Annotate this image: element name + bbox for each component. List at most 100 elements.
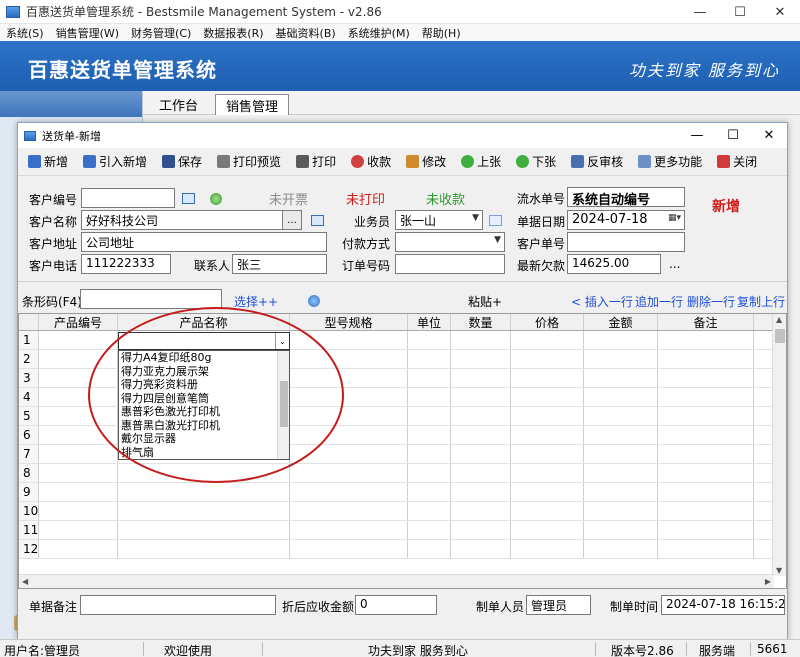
table-cell[interactable] [451, 350, 511, 368]
dropdown-option[interactable]: 排气扇 [119, 446, 289, 460]
table-cell[interactable] [408, 426, 451, 444]
table-cell[interactable] [408, 369, 451, 387]
menu-sales[interactable]: 销售管理(W) [50, 25, 125, 41]
table-cell[interactable] [658, 350, 754, 368]
table-cell[interactable] [658, 369, 754, 387]
table-cell[interactable] [408, 502, 451, 520]
barcode-input[interactable] [80, 289, 222, 309]
dropdown-option[interactable]: 得力亮彩资料册 [119, 378, 289, 392]
menu-system[interactable]: 系统(S) [0, 25, 50, 41]
table-cell[interactable] [39, 521, 118, 539]
chevron-down-icon[interactable]: ⌄ [275, 333, 289, 349]
close-icon[interactable]: ✕ [760, 0, 800, 24]
table-cell[interactable] [39, 407, 118, 425]
dropdown-option[interactable]: 得力亚克力展示架 [119, 365, 289, 379]
table-cell[interactable] [658, 407, 754, 425]
scroll-right-icon[interactable]: ▶ [765, 577, 771, 586]
table-row[interactable]: 12 [19, 540, 774, 559]
table-cell[interactable] [451, 331, 511, 349]
remark-input[interactable] [80, 595, 276, 615]
dropdown-scroll-thumb[interactable] [280, 381, 288, 427]
table-cell[interactable] [511, 426, 584, 444]
table-cell[interactable] [118, 464, 290, 482]
table-cell[interactable] [511, 407, 584, 425]
table-cell[interactable] [39, 502, 118, 520]
table-cell[interactable] [39, 464, 118, 482]
maximize-icon[interactable]: ☐ [720, 0, 760, 24]
dropdown-option[interactable]: 戴尔显示器 [119, 432, 289, 446]
customer-browse-button[interactable]: ... [282, 210, 302, 230]
receive-payment-button[interactable]: 收款 [351, 153, 391, 170]
scroll-up-icon[interactable]: ▲ [776, 315, 782, 324]
col-product-name[interactable]: 产品名称 [118, 314, 290, 330]
append-row-link[interactable]: 追加一行 [635, 293, 683, 310]
table-cell[interactable] [584, 331, 658, 349]
col-unit[interactable]: 单位 [408, 314, 451, 330]
table-cell[interactable] [39, 540, 118, 558]
table-cell[interactable] [451, 388, 511, 406]
table-cell[interactable] [290, 350, 408, 368]
table-cell[interactable] [511, 445, 584, 463]
table-cell[interactable] [658, 445, 754, 463]
table-cell[interactable] [408, 464, 451, 482]
close-button[interactable]: 关闭 [717, 153, 757, 170]
table-cell[interactable] [658, 521, 754, 539]
search-icon[interactable] [311, 215, 324, 226]
table-cell[interactable] [118, 483, 290, 501]
table-cell[interactable] [408, 350, 451, 368]
table-cell[interactable] [584, 445, 658, 463]
table-cell[interactable] [451, 464, 511, 482]
grid-vertical-scrollbar[interactable]: ▲ ▼ [772, 314, 786, 576]
table-cell[interactable] [39, 369, 118, 387]
menu-maintenance[interactable]: 系统维护(M) [342, 25, 416, 41]
unapprove-button[interactable]: 反审核 [571, 153, 623, 170]
col-quantity[interactable]: 数量 [451, 314, 511, 330]
table-cell[interactable] [39, 388, 118, 406]
table-cell[interactable] [290, 369, 408, 387]
table-row[interactable]: 8 [19, 464, 774, 483]
table-cell[interactable] [408, 445, 451, 463]
customer-name-input[interactable]: 好好科技公司 [81, 210, 283, 230]
table-cell[interactable] [39, 483, 118, 501]
table-cell[interactable] [511, 331, 584, 349]
dialog-minimize-icon[interactable]: — [679, 123, 715, 148]
table-cell[interactable] [658, 388, 754, 406]
date-picker[interactable]: 2024-07-18 ▦▾ [567, 210, 685, 230]
contact-input[interactable]: 张三 [232, 254, 327, 274]
table-cell[interactable] [584, 464, 658, 482]
tab-workbench[interactable]: 工作台 [149, 94, 208, 115]
dropdown-option[interactable]: 得力A4复印纸80g [119, 351, 289, 365]
minimize-icon[interactable]: — [680, 0, 720, 24]
delete-row-link[interactable]: 删除一行 [687, 293, 735, 310]
order-number-input[interactable] [395, 254, 505, 274]
menu-finance[interactable]: 财务管理(C) [125, 25, 197, 41]
table-cell[interactable] [584, 407, 658, 425]
tab-sales-management[interactable]: 销售管理 [215, 94, 290, 115]
table-cell[interactable] [451, 407, 511, 425]
customer-phone-input[interactable]: 111222333 [81, 254, 171, 274]
table-cell[interactable] [511, 464, 584, 482]
select-products-link[interactable]: 选择++ [234, 293, 278, 310]
table-cell[interactable] [511, 521, 584, 539]
print-preview-button[interactable]: 打印预览 [217, 153, 281, 170]
table-cell[interactable] [39, 331, 118, 349]
next-button[interactable]: 下张 [516, 153, 556, 170]
scroll-left-icon[interactable]: ◀ [22, 577, 28, 586]
table-cell[interactable] [290, 331, 408, 349]
scroll-down-icon[interactable]: ▼ [776, 566, 782, 575]
product-name-cell-editor[interactable]: ⌄ [118, 332, 290, 350]
edit-button[interactable]: 修改 [406, 153, 446, 170]
dialog-maximize-icon[interactable]: ☐ [715, 123, 751, 148]
table-cell[interactable] [118, 521, 290, 539]
grid-scroll-thumb[interactable] [775, 329, 785, 343]
refresh-icon[interactable] [210, 193, 222, 205]
table-cell[interactable] [584, 540, 658, 558]
table-cell[interactable] [451, 445, 511, 463]
col-model-spec[interactable]: 型号规格 [290, 314, 408, 330]
table-cell[interactable] [658, 464, 754, 482]
table-cell[interactable] [408, 483, 451, 501]
col-product-code[interactable]: 产品编号 [39, 314, 118, 330]
menu-reports[interactable]: 数据报表(R) [197, 25, 269, 41]
table-cell[interactable] [451, 369, 511, 387]
table-cell[interactable] [584, 369, 658, 387]
